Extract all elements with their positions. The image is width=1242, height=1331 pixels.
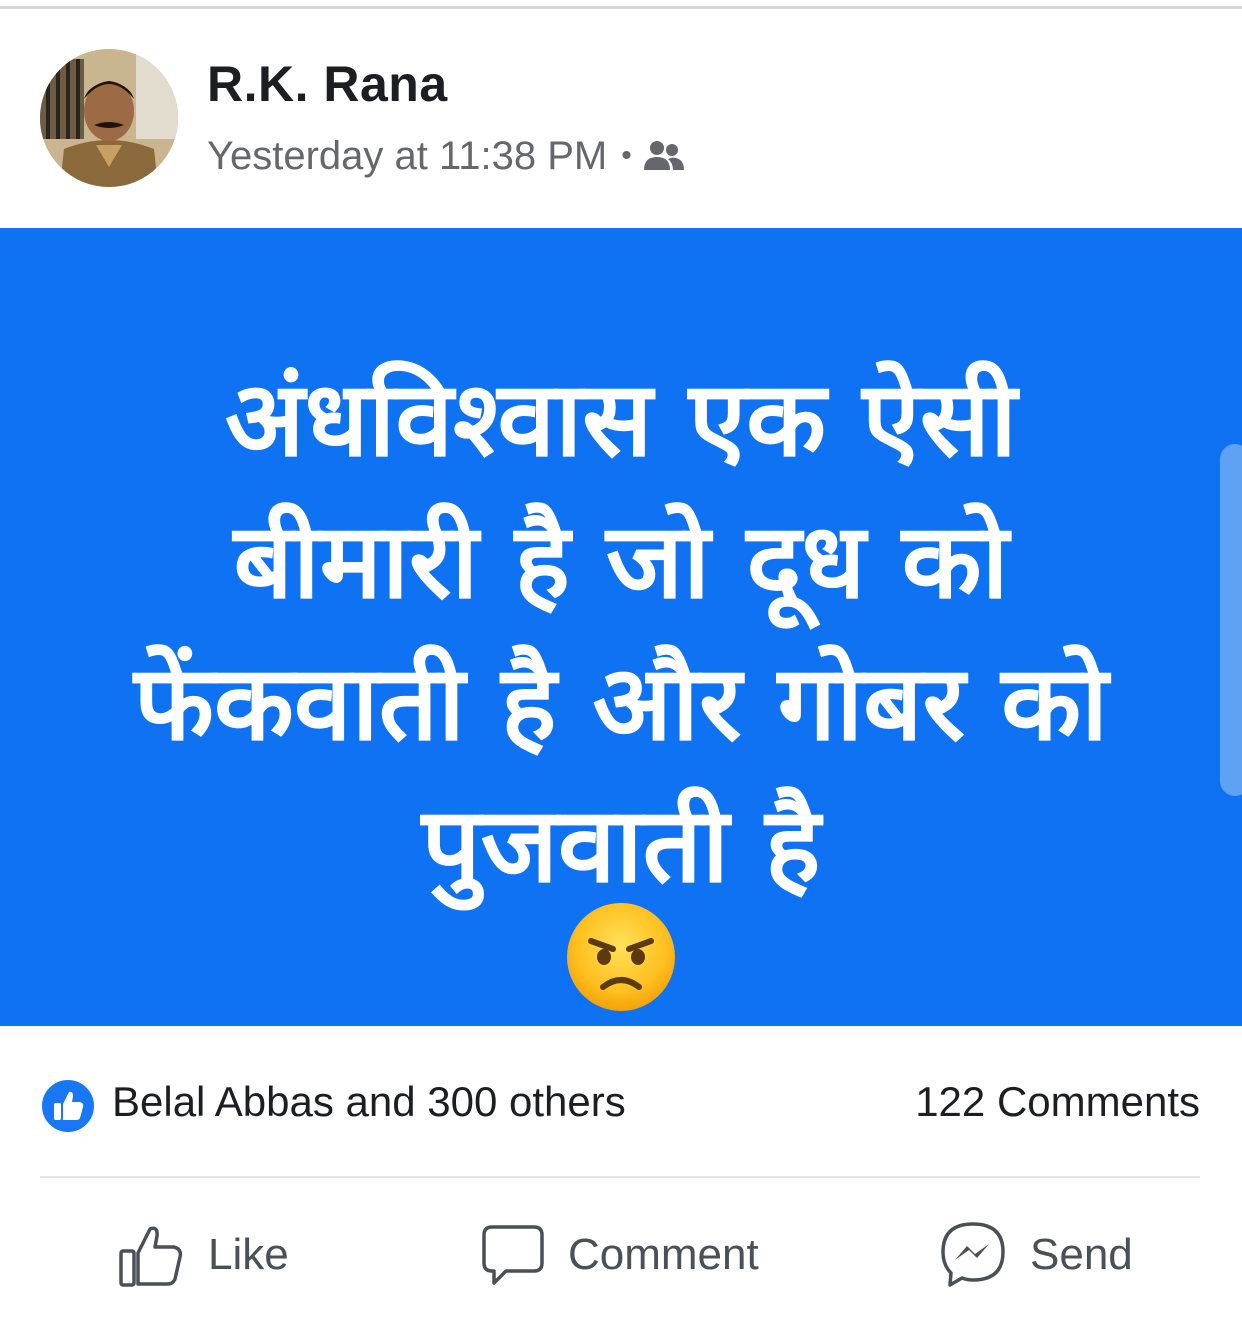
post-text-line: पुजवाती है	[421, 784, 821, 906]
comment-bubble-icon	[482, 1225, 544, 1285]
post-image[interactable]: अंधविश्वास एक ऐसी बीमारी है जो दूध को फे…	[0, 228, 1242, 1026]
thumbs-up-icon	[119, 1226, 183, 1287]
comment-button[interactable]: Comment	[478, 1220, 759, 1290]
meta-separator: •	[621, 139, 632, 172]
post-image-text: अंधविश्वास एक ऐसी बीमारी है जो दूध को फे…	[0, 348, 1242, 916]
post-actions: Like Comment Send	[0, 1178, 1242, 1331]
post-text-line: अंधविश्वास एक ऐसी	[225, 358, 1017, 480]
post-timestamp[interactable]: Yesterday at 11:38 PM	[207, 134, 607, 179]
reactions-summary-text[interactable]: Belal Abbas and 300 others	[112, 1078, 626, 1126]
post-header: R.K. Rana Yesterday at 11:38 PM •	[0, 9, 1242, 228]
like-button[interactable]: Like	[118, 1220, 289, 1290]
friends-icon[interactable]	[642, 138, 686, 174]
avatar-photo	[40, 49, 178, 187]
edge-scroll-tab[interactable]	[1220, 444, 1242, 796]
author-avatar[interactable]	[40, 49, 178, 187]
comment-label: Comment	[568, 1230, 759, 1279]
send-label: Send	[1030, 1230, 1133, 1279]
like-reaction-icon[interactable]	[40, 1078, 96, 1134]
send-button[interactable]: Send	[938, 1220, 1133, 1290]
like-label: Like	[208, 1230, 289, 1279]
post-meta: Yesterday at 11:38 PM •	[207, 131, 686, 181]
comments-count[interactable]: 122 Comments	[915, 1078, 1200, 1126]
messenger-icon	[941, 1222, 1005, 1287]
reactions-summary: Belal Abbas and 300 others 122 Comments	[0, 1026, 1242, 1176]
post-text-line: फेंकवाती है और गोबर को	[133, 642, 1109, 764]
author-name[interactable]: R.K. Rana	[207, 55, 448, 113]
post-text-line: बीमारी है जो दूध को	[233, 500, 1009, 622]
angry-face-emoji	[567, 903, 675, 1011]
